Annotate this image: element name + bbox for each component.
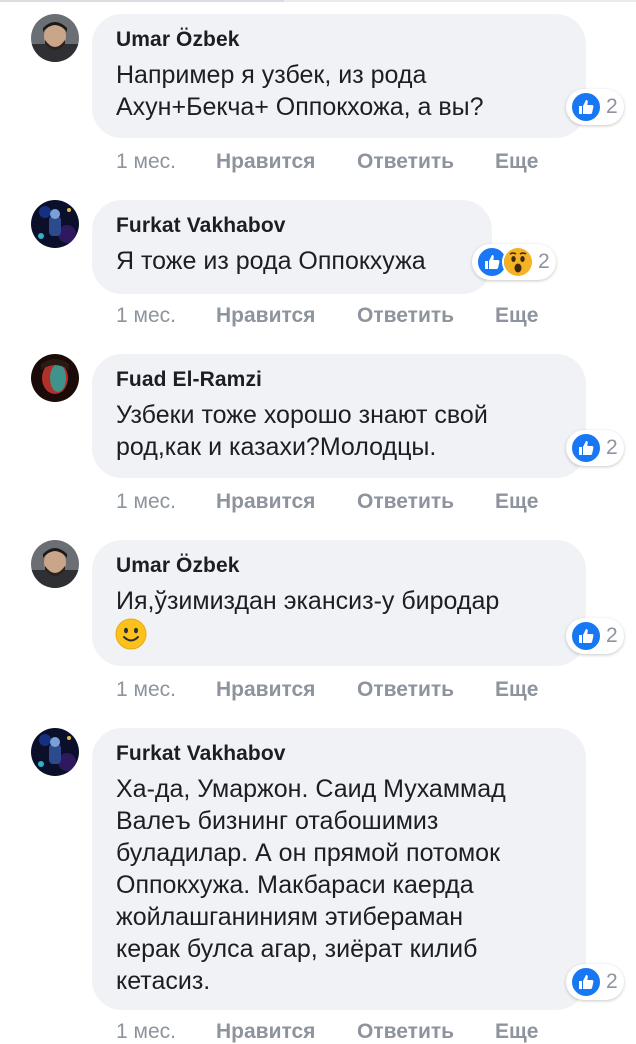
- avatar[interactable]: [31, 354, 79, 402]
- like-button[interactable]: Нравится: [216, 304, 315, 328]
- more-button[interactable]: Еще: [495, 1020, 538, 1044]
- comment: Fuad El-Ramzi Узбеки тоже хорошо знают с…: [0, 340, 636, 530]
- comment-text: Узбеки тоже хорошо знают свой род,как и …: [116, 401, 488, 461]
- avatar[interactable]: [31, 200, 79, 248]
- comment-bubble: Umar Özbek Ия,ўзимиздан экансиз-у бирода…: [92, 540, 586, 666]
- comment-bubble: Furkat Vakhabov Я тоже из рода Оппокхужа: [92, 200, 492, 294]
- timestamp[interactable]: 1 мес.: [116, 1020, 176, 1044]
- reaction-count: 2: [606, 436, 618, 459]
- reply-button[interactable]: Ответить: [357, 490, 454, 514]
- more-button[interactable]: Еще: [495, 678, 538, 702]
- avatar[interactable]: [31, 14, 79, 62]
- comment-author[interactable]: Fuad El-Ramzi: [116, 368, 262, 392]
- more-button[interactable]: Еще: [495, 150, 538, 174]
- reply-button[interactable]: Ответить: [357, 304, 454, 328]
- reaction-count: 2: [538, 250, 550, 273]
- timestamp[interactable]: 1 мес.: [116, 490, 176, 514]
- reaction-summary[interactable]: 2: [566, 964, 624, 1000]
- timestamp[interactable]: 1 мес.: [116, 678, 176, 702]
- reaction-count: 2: [606, 970, 618, 993]
- comment: Furkat Vakhabov Ха-да, Умаржон. Саид Мух…: [0, 714, 636, 1043]
- comment-author[interactable]: Umar Özbek: [116, 28, 240, 52]
- comment-author[interactable]: Umar Özbek: [116, 554, 240, 578]
- avatar[interactable]: [31, 540, 79, 588]
- comment: Furkat Vakhabov Я тоже из рода Оппокхужа…: [0, 186, 636, 346]
- timestamp[interactable]: 1 мес.: [116, 304, 176, 328]
- like-icon: [570, 91, 602, 123]
- like-button[interactable]: Нравится: [216, 678, 315, 702]
- timestamp[interactable]: 1 мес.: [116, 150, 176, 174]
- avatar-image: [31, 540, 79, 588]
- reply-button[interactable]: Ответить: [357, 150, 454, 174]
- comment-text: Например я узбек, из рода Ахун+Бекча+ Оп…: [116, 61, 484, 121]
- more-button[interactable]: Еще: [495, 304, 538, 328]
- comment-author[interactable]: Furkat Vakhabov: [116, 742, 286, 766]
- avatar[interactable]: [31, 728, 79, 776]
- comment-bubble: Fuad El-Ramzi Узбеки тоже хорошо знают с…: [92, 354, 586, 478]
- like-icon: [570, 432, 602, 464]
- comment-author[interactable]: Furkat Vakhabov: [116, 214, 286, 238]
- avatar-image: [31, 728, 79, 776]
- comment-bubble: Umar Özbek Например я узбек, из рода Аху…: [92, 14, 586, 138]
- comment-text: Ия,ўзимиздан экансиз-у биродар: [116, 587, 500, 615]
- like-button[interactable]: Нравится: [216, 150, 315, 174]
- reaction-summary[interactable]: 2: [472, 244, 556, 280]
- reaction-summary[interactable]: 2: [566, 430, 624, 466]
- like-button[interactable]: Нравится: [216, 490, 315, 514]
- reaction-count: 2: [606, 95, 618, 118]
- reply-button[interactable]: Ответить: [357, 1020, 454, 1044]
- avatar-image: [31, 354, 79, 402]
- more-button[interactable]: Еще: [495, 490, 538, 514]
- wow-icon: [502, 246, 534, 278]
- reaction-summary[interactable]: 2: [566, 618, 624, 654]
- comment: Umar Özbek Например я узбек, из рода Аху…: [0, 0, 636, 190]
- reaction-count: 2: [606, 624, 618, 647]
- like-button[interactable]: Нравится: [216, 1020, 315, 1044]
- comment-bubble: Furkat Vakhabov Ха-да, Умаржон. Саид Мух…: [92, 728, 586, 1010]
- avatar-image: [31, 14, 79, 62]
- comment: Umar Özbek Ия,ўзимиздан экансиз-у бирода…: [0, 526, 636, 716]
- like-icon: [570, 620, 602, 652]
- comment-text: Ха-да, Умаржон. Саид Мухаммад Валеъ бизн…: [116, 775, 506, 995]
- avatar-image: [31, 200, 79, 248]
- slightly-smiling-face-icon: [115, 618, 147, 655]
- like-icon: [570, 966, 602, 998]
- reply-button[interactable]: Ответить: [357, 678, 454, 702]
- comment-text: Я тоже из рода Оппокхужа: [116, 247, 426, 275]
- reaction-summary[interactable]: 2: [566, 89, 624, 125]
